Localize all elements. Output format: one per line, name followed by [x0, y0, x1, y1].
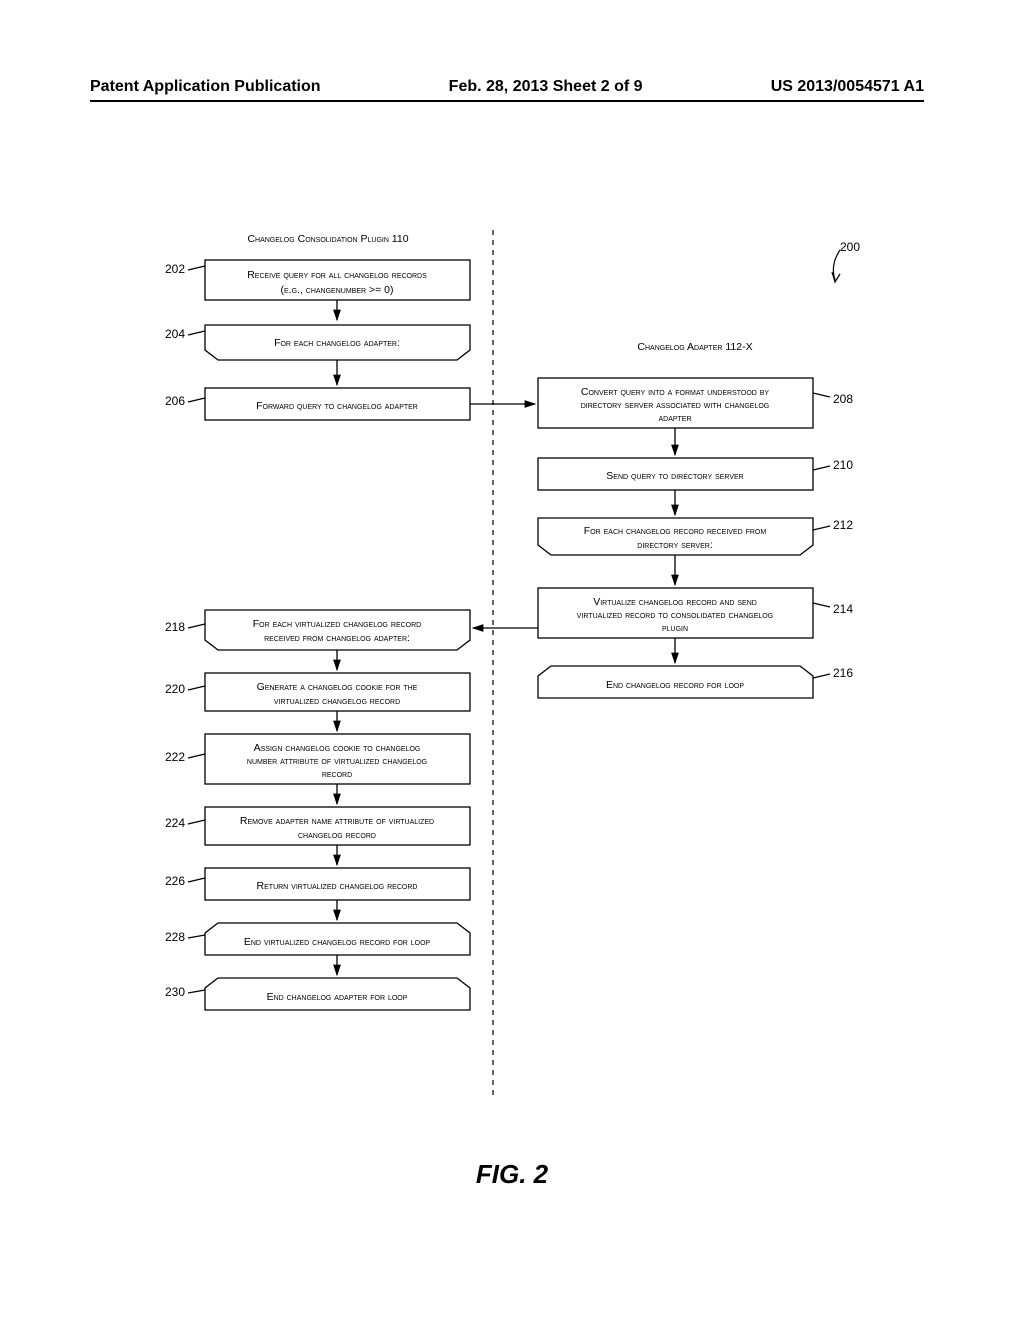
- box-222-line1: Assign changelog cookie to changelog: [254, 742, 421, 754]
- box-212-line2: directory server:: [637, 539, 712, 551]
- page: Patent Application Publication Feb. 28, …: [0, 0, 1024, 1320]
- box-208-line2: directory server associated with changel…: [581, 399, 770, 411]
- box-216-text: End changelog record for loop: [606, 679, 744, 691]
- box-214-line3: plugin: [662, 622, 688, 634]
- num-230: 230: [165, 985, 185, 999]
- box-218-line1: For each virtualized changelog record: [253, 618, 421, 630]
- num-220: 220: [165, 682, 185, 696]
- num-214: 214: [833, 602, 853, 616]
- box-206-text: Forward query to changelog adapter: [256, 400, 418, 412]
- box-204-text: For each changelog adapter:: [274, 337, 400, 349]
- flowchart-diagram: Changelog Consolidation Plugin 110 Chang…: [140, 230, 890, 1110]
- num-228: 228: [165, 930, 185, 944]
- num-210: 210: [833, 458, 853, 472]
- header-center: Feb. 28, 2013 Sheet 2 of 9: [449, 78, 643, 96]
- box-222-line2: number attribute of virtualized changelo…: [247, 755, 427, 767]
- num-212: 212: [833, 518, 853, 532]
- num-224: 224: [165, 816, 185, 830]
- box-208-line3: adapter: [658, 412, 691, 424]
- page-header: Patent Application Publication Feb. 28, …: [90, 78, 924, 102]
- box-220-line2: virtualized changelog record: [274, 695, 400, 707]
- num-202: 202: [165, 262, 185, 276]
- num-222: 222: [165, 750, 185, 764]
- left-column-title: Changelog Consolidation Plugin 110: [247, 233, 408, 245]
- num-226: 226: [165, 874, 185, 888]
- box-202-line2: (e.g., changenumber >= 0): [281, 284, 394, 296]
- box-218-line2: received from changelog adapter:: [264, 632, 410, 644]
- box-214-line2: virtualized record to consolidated chang…: [577, 609, 773, 621]
- box-224-line2: changelog record: [298, 829, 376, 841]
- header-left: Patent Application Publication: [90, 78, 321, 96]
- num-208: 208: [833, 392, 853, 406]
- right-column-title: Changelog Adapter 112-X: [637, 341, 752, 353]
- num-216: 216: [833, 666, 853, 680]
- pointer-200-label: 200: [840, 240, 860, 254]
- box-222-line3: record: [322, 768, 352, 780]
- box-224-line1: Remove adapter name attribute of virtual…: [240, 815, 434, 827]
- box-214-line1: Virtualize changelog record and send: [593, 596, 757, 608]
- box-228-text: End virtualized changelog record for loo…: [244, 936, 431, 948]
- header-right: US 2013/0054571 A1: [771, 78, 924, 96]
- box-220-line1: Generate a changelog cookie for the: [257, 681, 418, 693]
- box-230-text: End changelog adapter for loop: [267, 991, 408, 1003]
- box-210-text: Send query to directory server: [606, 470, 743, 482]
- num-204: 204: [165, 327, 185, 341]
- box-226-text: Return virtualized changelog record: [257, 880, 418, 892]
- figure-label: FIG. 2: [0, 1159, 1024, 1190]
- num-218: 218: [165, 620, 185, 634]
- box-202-line1: Receive query for all changelog records: [247, 269, 427, 281]
- box-212-line1: For each changelog record received from: [584, 525, 767, 537]
- box-208-line1: Convert query into a format understood b…: [581, 386, 770, 398]
- num-206: 206: [165, 394, 185, 408]
- box-218: [205, 610, 470, 650]
